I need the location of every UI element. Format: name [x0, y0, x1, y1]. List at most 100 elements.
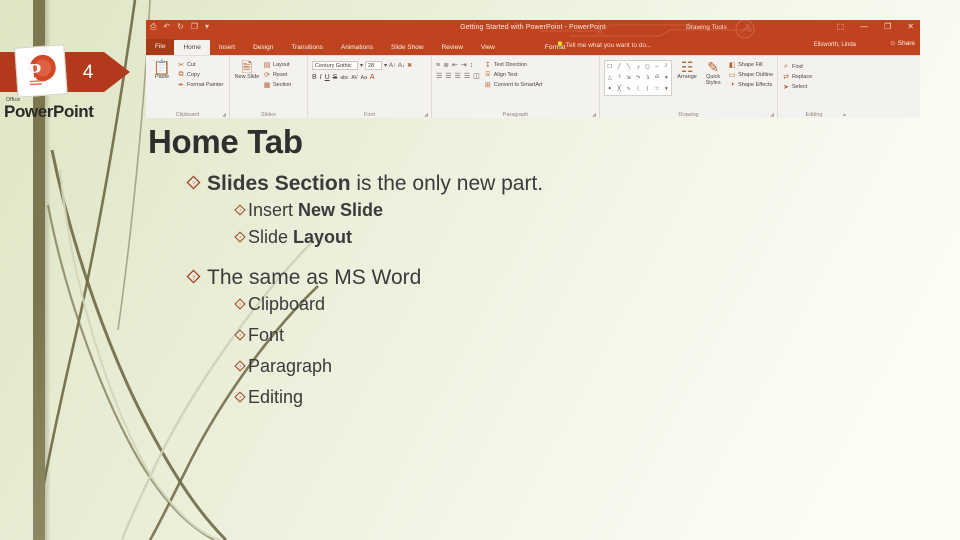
section-button[interactable]: ▦ Section: [263, 80, 292, 89]
shape-icon[interactable]: ⇲: [626, 75, 631, 81]
tell-me-label: Tell me what you want to do...: [565, 42, 652, 49]
find-button[interactable]: ⌕ Find: [782, 62, 846, 71]
shape-icon[interactable]: ✦: [607, 86, 612, 92]
diamond-bullet-icon: ?: [234, 204, 246, 220]
shrink-font-icon[interactable]: A↓: [398, 63, 405, 69]
bullet-text: Editing: [248, 387, 303, 408]
character-spacing-button[interactable]: AV: [351, 75, 357, 81]
align-right-icon[interactable]: ☰: [455, 72, 461, 80]
shape-icon[interactable]: △: [608, 75, 612, 81]
ribbon-tab-strip[interactable]: File Home Insert Design Transitions Anim…: [146, 39, 920, 55]
shape-fill-button[interactable]: ◧ Shape Fill: [728, 60, 773, 69]
window-controls[interactable]: ⬚ — ❐ ✕: [837, 23, 914, 31]
paragraph-dialog-launcher-icon[interactable]: ◢: [592, 112, 596, 118]
decrease-indent-icon[interactable]: ⇤: [452, 61, 458, 69]
italic-button[interactable]: I: [320, 74, 322, 81]
lightbulb-icon: 💡: [556, 42, 565, 49]
grow-font-icon[interactable]: A↑: [389, 63, 396, 69]
shape-effects-icon: ◑: [730, 81, 735, 88]
shape-icon[interactable]: ○: [655, 64, 658, 70]
user-account-label[interactable]: Ellsworth, Linda: [814, 42, 856, 48]
shape-icon[interactable]: ▾: [665, 75, 668, 81]
shape-icon[interactable]: ╲: [627, 64, 630, 70]
shape-icon[interactable]: ☐: [607, 64, 612, 70]
shape-icon[interactable]: ◻: [645, 64, 650, 70]
shape-icon[interactable]: ╭: [636, 64, 639, 70]
shape-icon[interactable]: ⟨: [637, 86, 639, 92]
shape-icon[interactable]: ☆: [654, 86, 659, 92]
tab-slide-show[interactable]: Slide Show: [382, 41, 433, 55]
tell-me-search[interactable]: 💡 Tell me what you want to do...: [556, 41, 651, 49]
increase-indent-icon[interactable]: ⇥: [461, 61, 467, 69]
line-spacing-icon[interactable]: ↕: [470, 62, 474, 69]
font-size-dropdown-icon[interactable]: ▾: [384, 62, 387, 69]
replace-button[interactable]: ⇄ Replace: [782, 72, 846, 81]
convert-smartart-button[interactable]: ⊞ Convert to SmartArt: [484, 80, 543, 89]
tab-animations[interactable]: Animations: [332, 41, 382, 55]
select-button[interactable]: ➤ Select: [782, 82, 846, 91]
underline-button[interactable]: U: [325, 74, 330, 81]
format-painter-button[interactable]: ✒ Format Painter: [177, 80, 223, 89]
diamond-bullet-icon: ?: [234, 360, 246, 376]
copy-button[interactable]: ⧉ Copy: [177, 70, 223, 79]
collapse-ribbon-icon[interactable]: ▲: [842, 112, 847, 118]
font-size-input[interactable]: 28: [365, 61, 383, 70]
paragraph-list-row[interactable]: ≡ ≣ ⇤ ⇥ ↕: [436, 58, 480, 70]
shape-icon[interactable]: ╰: [618, 75, 621, 81]
reset-button[interactable]: ⟳ Reset: [263, 70, 291, 79]
new-slide-button[interactable]: 🖹 New Slide: [234, 58, 260, 80]
clipboard-dialog-launcher-icon[interactable]: ◢: [222, 112, 226, 118]
minimize-icon[interactable]: —: [860, 23, 868, 31]
justify-icon[interactable]: ☰: [464, 72, 470, 80]
bullet-text-normal: Font: [248, 325, 285, 345]
shape-icon[interactable]: ⟩: [646, 86, 648, 92]
bullets-icon[interactable]: ≡: [436, 62, 440, 69]
tab-file[interactable]: File: [146, 39, 175, 55]
shape-icon[interactable]: ↴: [645, 75, 650, 81]
change-case-button[interactable]: Aa: [361, 75, 367, 81]
quick-styles-button[interactable]: ✎ Quick Styles: [702, 58, 724, 87]
shape-icon[interactable]: ∿: [626, 86, 631, 92]
font-dialog-launcher-icon[interactable]: ◢: [424, 112, 428, 118]
font-name-input[interactable]: Century Gothic: [312, 61, 358, 70]
align-center-icon[interactable]: ☰: [445, 72, 451, 80]
cut-button[interactable]: ✂ Cut: [177, 60, 223, 69]
bullet-text-normal: is the only new part.: [350, 172, 544, 195]
tab-view[interactable]: View: [472, 41, 504, 55]
tab-review[interactable]: Review: [433, 41, 472, 55]
font-color-button[interactable]: A: [370, 74, 375, 81]
shape-icon[interactable]: ⎌: [655, 74, 659, 81]
paste-button[interactable]: 📋 Paste: [150, 58, 174, 80]
align-text-button[interactable]: ⌸ Align Text: [484, 70, 543, 79]
tab-transitions[interactable]: Transitions: [282, 41, 332, 55]
drawing-dialog-launcher-icon[interactable]: ◢: [770, 112, 774, 118]
align-left-icon[interactable]: ☰: [436, 72, 442, 80]
shape-effects-button[interactable]: ◑ Shape Effects: [728, 80, 773, 89]
font-name-dropdown-icon[interactable]: ▾: [360, 62, 363, 69]
ribbon-display-options-icon[interactable]: ⬚: [837, 23, 845, 31]
diamond-bullet-icon: ?: [186, 175, 201, 194]
close-icon[interactable]: ✕: [907, 23, 914, 31]
strikethrough-button[interactable]: S: [333, 74, 338, 81]
columns-icon[interactable]: ◫: [473, 72, 480, 80]
shape-icon[interactable]: ↷: [636, 75, 641, 81]
paragraph-align-row[interactable]: ☰ ☰ ☰ ☰ ◫: [436, 69, 480, 80]
numbering-icon[interactable]: ≣: [443, 61, 449, 69]
text-shadow-button[interactable]: abc: [340, 75, 348, 81]
shape-icon[interactable]: ╯: [665, 64, 668, 70]
layout-button[interactable]: ▤ Layout: [263, 60, 291, 69]
arrange-button[interactable]: ☷ Arrange: [676, 58, 698, 80]
shape-outline-button[interactable]: ▭ Shape Outline: [728, 70, 773, 79]
shape-icon[interactable]: ╳: [618, 86, 621, 92]
shape-gallery-more-icon[interactable]: ▾: [665, 86, 668, 92]
share-button[interactable]: ☺ Share: [889, 40, 915, 47]
tab-design[interactable]: Design: [244, 41, 282, 55]
restore-icon[interactable]: ❐: [884, 23, 891, 31]
shape-icon[interactable]: ╱: [618, 64, 621, 70]
tab-home[interactable]: Home: [174, 40, 210, 55]
clear-formatting-icon[interactable]: ✖: [407, 62, 412, 69]
text-direction-button[interactable]: ↧ Text Direction: [484, 60, 543, 69]
bold-button[interactable]: B: [312, 74, 317, 81]
tab-insert[interactable]: Insert: [210, 41, 244, 55]
shapes-gallery[interactable]: ☐ ╱ ╲ ╭ ◻ ○ ╯ △ ╰ ⇲ ↷ ↴ ⎌ ▾ ✦ ╳ ∿ ⟨ ⟩ ☆ …: [604, 60, 673, 96]
